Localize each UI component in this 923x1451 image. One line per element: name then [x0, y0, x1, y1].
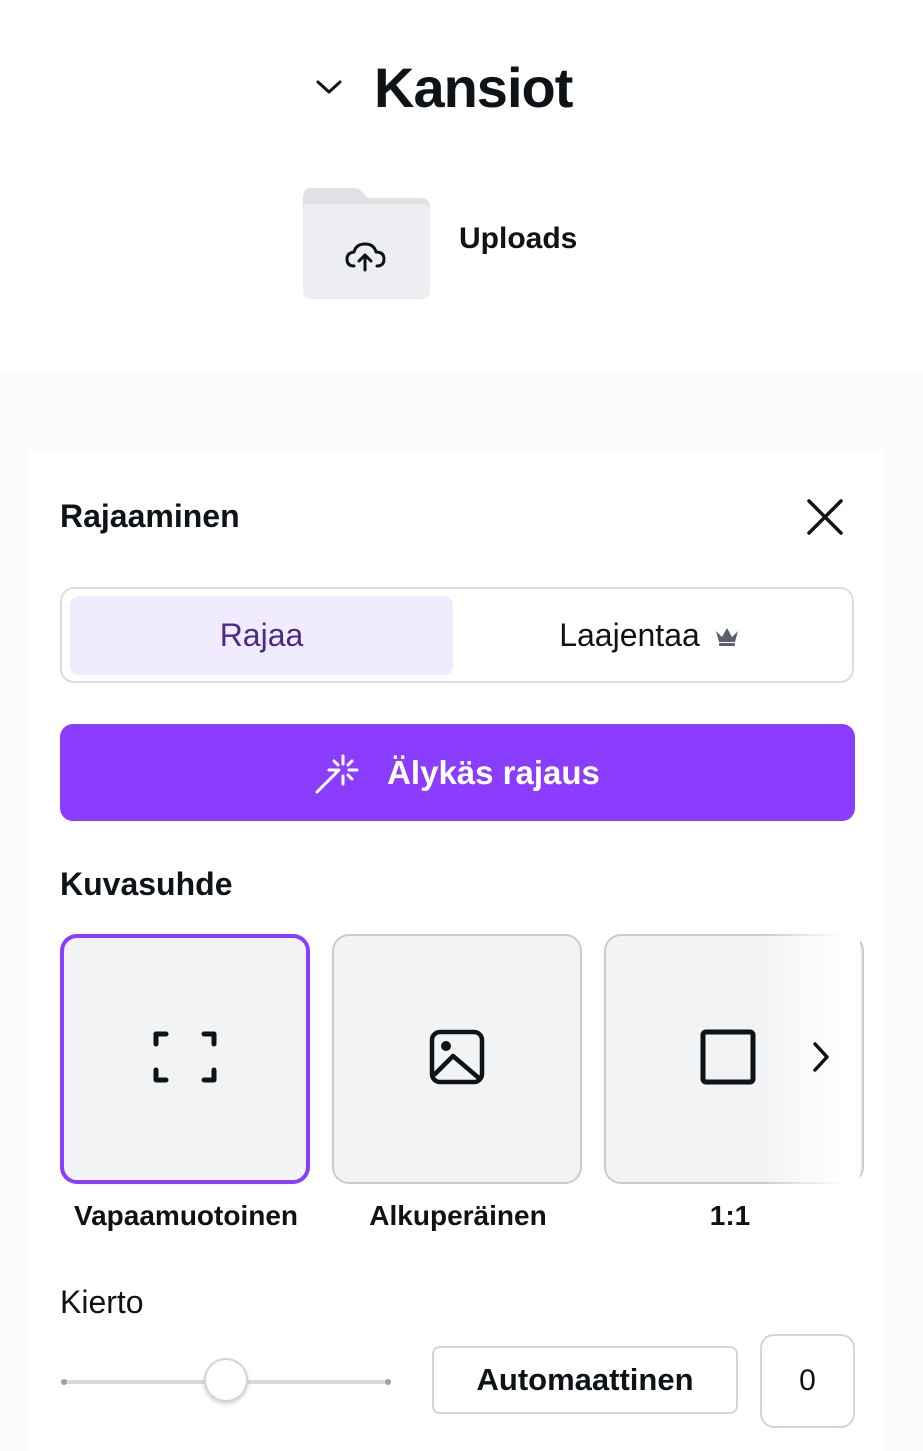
smart-crop-button[interactable]: Älykäs rajaus	[60, 724, 855, 821]
rotation-slider[interactable]	[60, 1358, 392, 1406]
square-icon	[700, 1029, 756, 1090]
tab-crop-label: Rajaa	[219, 617, 304, 653]
tab-expand[interactable]: Laajentaa	[453, 596, 846, 675]
folders-title: Kansiot	[374, 55, 573, 119]
folder-uploads-icon[interactable]	[302, 186, 431, 300]
tab-crop[interactable]: Rajaa	[70, 596, 453, 675]
chevron-right-icon	[811, 1040, 831, 1079]
auto-rotate-button[interactable]: Automaattinen	[432, 1346, 738, 1414]
tab-expand-label: Laajentaa	[559, 617, 700, 653]
carousel-next-button[interactable]	[800, 1036, 842, 1082]
panel-title: Rajaaminen	[60, 498, 240, 534]
aspect-label-original: Alkuperäinen	[369, 1200, 547, 1231]
panel-gutter-left	[0, 450, 30, 1451]
close-button[interactable]	[800, 494, 850, 544]
aspect-option-freeform[interactable]	[60, 934, 310, 1184]
rotation-value-input[interactable]	[760, 1334, 855, 1428]
folders-header[interactable]: Kansiot	[312, 52, 573, 122]
crown-icon	[714, 625, 740, 647]
folder-uploads-label[interactable]: Uploads	[459, 222, 577, 256]
chevron-down-icon[interactable]	[312, 70, 346, 104]
crop-mode-toggle: Rajaa Laajentaa	[60, 587, 854, 683]
aspect-option-original[interactable]	[332, 934, 582, 1184]
slider-min-dot	[61, 1379, 67, 1385]
smart-crop-label: Älykäs rajaus	[387, 753, 600, 791]
aspect-label-freeform: Vapaamuotoinen	[73, 1200, 299, 1231]
freeform-corners-icon	[152, 1030, 218, 1089]
aspect-ratio-heading: Kuvasuhde	[60, 866, 233, 902]
panel-gutter	[0, 370, 923, 450]
magic-sparkle-icon	[315, 752, 361, 794]
close-icon	[805, 497, 845, 542]
slider-max-dot	[385, 1379, 391, 1385]
image-icon	[429, 1029, 485, 1090]
slider-thumb[interactable]	[204, 1358, 248, 1402]
rotation-heading: Kierto	[60, 1284, 144, 1320]
auto-rotate-label: Automaattinen	[476, 1362, 694, 1397]
aspect-label-1-1: 1:1	[709, 1200, 751, 1231]
panel-gutter-right	[885, 450, 923, 1451]
